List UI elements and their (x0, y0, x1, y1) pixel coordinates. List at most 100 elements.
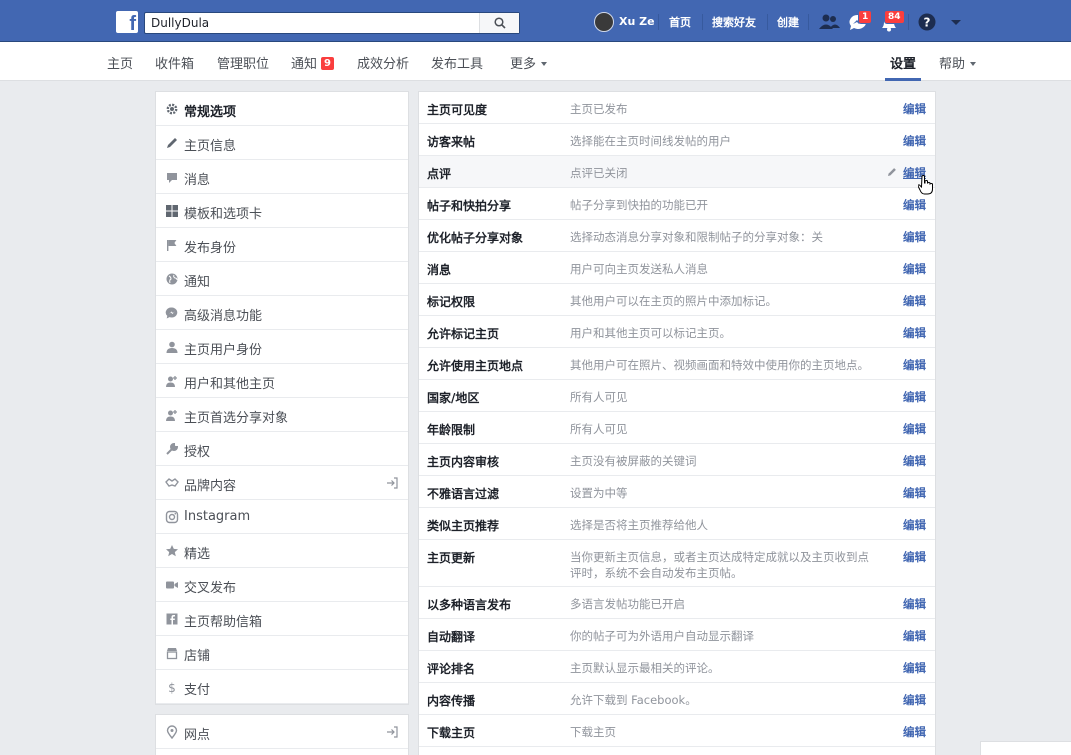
tab-more[interactable]: 更多 (510, 53, 548, 72)
messages-button[interactable]: 1 (848, 10, 873, 32)
settings-row[interactable]: 自动翻译 你的帖子可为外语用户自动显示翻译 编辑 (419, 619, 935, 651)
setting-name: 优化帖子分享对象 (427, 231, 524, 245)
settings-row[interactable]: 帖子和快拍分享 帖子分享到快拍的功能已开 编辑 (419, 188, 935, 220)
search-icon (494, 17, 506, 29)
settings-row[interactable]: 下载主页 下载主页 编辑 (419, 715, 935, 747)
setting-value: 选择是否将主页推荐给他人 (570, 518, 708, 532)
friend-requests-button[interactable] (818, 12, 840, 32)
person-plus-icon (166, 410, 177, 421)
edit-link[interactable]: 编辑 (903, 549, 926, 565)
settings-row[interactable]: 国家/地区 所有人可见 编辑 (419, 380, 935, 412)
setting-value: 用户可向主页发送私人消息 (570, 262, 708, 276)
settings-row[interactable]: 以多种语言发布 多语言发帖功能已开启 编辑 (419, 587, 935, 619)
sidebar-item[interactable]: 主页首选分享对象 (156, 398, 408, 432)
settings-row[interactable]: 年龄限制 所有人可见 编辑 (419, 412, 935, 444)
setting-name: 点评 (427, 167, 452, 181)
wrench-icon (166, 442, 179, 455)
settings-row[interactable]: 标记权限 其他用户可以在主页的照片中添加标记。 编辑 (419, 284, 935, 316)
edit-link[interactable]: 编辑 (903, 261, 926, 277)
edit-link[interactable]: 编辑 (903, 628, 926, 644)
sidebar-item[interactable]: 发布身份 (156, 228, 408, 262)
sidebar-item[interactable]: 交叉发布 (156, 568, 408, 602)
settings-row[interactable]: 主页可见度 主页已发布 编辑 (419, 92, 935, 124)
avatar (594, 12, 614, 32)
find-friends-link[interactable]: 搜索好友 (712, 14, 756, 30)
sidebar-item[interactable]: 主页信息 (156, 126, 408, 160)
account-menu-button[interactable] (946, 12, 968, 32)
tab-insights[interactable]: 成效分析 (357, 53, 409, 72)
sidebar-item[interactable]: 网点 (156, 715, 408, 749)
sidebar-item-label: 品牌内容 (184, 479, 237, 494)
edit-link[interactable]: 编辑 (903, 517, 926, 533)
tab-help[interactable]: 帮助 (939, 53, 977, 72)
sidebar-item[interactable]: $ 支付 (156, 670, 408, 704)
sidebar-item[interactable]: 精选 (156, 534, 408, 568)
sidebar-item[interactable]: 模板和选项卡 (156, 194, 408, 228)
edit-link[interactable]: 编辑 (903, 485, 926, 501)
edit-link[interactable]: 编辑 (903, 357, 926, 373)
exit-link[interactable] (386, 726, 398, 741)
edit-link[interactable]: 编辑 (903, 293, 926, 309)
exit-link[interactable] (386, 477, 398, 492)
sidebar-item[interactable]: 用户和其他主页 (156, 364, 408, 398)
settings-row[interactable]: 允许标记主页 用户和其他主页可以标记主页。 编辑 (419, 316, 935, 348)
sidebar-item-label: 主页信息 (184, 139, 237, 154)
settings-row[interactable]: 允许使用主页地点 其他用户可在照片、视频画面和特效中使用你的主页地点。 编辑 (419, 348, 935, 380)
gear-icon (166, 103, 178, 115)
notifications-button[interactable]: 84 (878, 10, 905, 32)
create-link[interactable]: 创建 (777, 14, 799, 30)
tab-more-label: 更多 (510, 57, 537, 72)
facebook-logo-icon[interactable]: f (116, 11, 138, 35)
edit-link[interactable]: 编辑 (903, 692, 926, 708)
edit-link[interactable]: 编辑 (903, 724, 926, 740)
instagram-icon (165, 510, 179, 524)
edit-link[interactable]: 编辑 (903, 133, 926, 149)
edit-link[interactable]: 编辑 (903, 197, 926, 213)
tab-publishing-tools[interactable]: 发布工具 (431, 53, 483, 72)
edit-link[interactable]: 编辑 (903, 453, 926, 469)
tab-inbox[interactable]: 收件箱 (155, 53, 194, 72)
sidebar-item-label: 精选 (184, 547, 211, 562)
sidebar-item[interactable]: 授权 (156, 432, 408, 466)
settings-row[interactable]: 访客来帖 选择能在主页时间线发帖的用户 编辑 (419, 124, 935, 156)
edit-link[interactable]: 编辑 (903, 229, 926, 245)
sidebar-item[interactable]: 常规选项 (156, 92, 408, 126)
tab-page[interactable]: 主页 (107, 53, 133, 72)
tab-notifications[interactable]: 通知 9 (291, 53, 334, 72)
sidebar-item[interactable]: 店铺 (156, 636, 408, 670)
search-input[interactable] (145, 13, 475, 33)
search-button[interactable] (479, 13, 519, 33)
settings-row[interactable]: 评论排名 主页默认显示最相关的评论。 编辑 (419, 651, 935, 683)
edit-link[interactable]: 编辑 (903, 101, 926, 117)
edit-link[interactable]: 编辑 (903, 596, 926, 612)
settings-row[interactable]: 不雅语言过滤 设置为中等 编辑 (419, 476, 935, 508)
settings-row[interactable]: 类似主页推荐 选择是否将主页推荐给他人 编辑 (419, 508, 935, 540)
sidebar-item[interactable]: 消息 (156, 160, 408, 194)
edit-link[interactable]: 编辑 (903, 421, 926, 437)
settings-row[interactable]: 优化帖子分享对象 选择动态消息分享对象和限制帖子的分享对象：关 编辑 (419, 220, 935, 252)
sidebar-item[interactable]: 通知 (156, 262, 408, 296)
home-link[interactable]: 首页 (669, 14, 691, 30)
sidebar-item[interactable]: Instagram (156, 500, 408, 534)
help-icon: ? (918, 13, 936, 31)
sidebar-item[interactable]: 高级消息功能 (156, 296, 408, 330)
tab-page-roles[interactable]: 管理职位 (217, 53, 269, 72)
settings-row[interactable]: 点评 点评已关闭 编辑 (419, 156, 935, 188)
sidebar-item[interactable]: 主页帮助信箱 (156, 602, 408, 636)
edit-link[interactable]: 编辑 (903, 389, 926, 405)
sidebar-item-label: 支付 (184, 683, 211, 698)
edit-link[interactable]: 编辑 (903, 325, 926, 341)
messenger-icon (165, 307, 178, 319)
general-settings-table: 主页可见度 主页已发布 编辑 访客来帖 选择能在主页时间线发帖的用户 编辑 点评 点评已关闭编… (418, 91, 936, 755)
settings-row[interactable]: 主页更新 当你更新主页信息，或者主页达成特定成就以及主页收到点评时，系统不会自动发… (419, 540, 935, 587)
sidebar-item-label: 消息 (184, 173, 211, 188)
settings-row[interactable]: 消息 用户可向主页发送私人消息 编辑 (419, 252, 935, 284)
tab-settings[interactable]: 设置 (890, 53, 916, 72)
sidebar-item[interactable]: 品牌内容 (156, 466, 408, 500)
help-button[interactable]: ? (916, 12, 938, 32)
setting-value: 用户和其他主页可以标记主页。 (570, 326, 731, 340)
settings-row[interactable]: 内容传播 允许下载到 Facebook。 编辑 (419, 683, 935, 715)
edit-link[interactable]: 编辑 (903, 660, 926, 676)
sidebar-item[interactable]: 主页用户身份 (156, 330, 408, 364)
settings-row[interactable]: 主页内容审核 主页没有被屏蔽的关键词 编辑 (419, 444, 935, 476)
